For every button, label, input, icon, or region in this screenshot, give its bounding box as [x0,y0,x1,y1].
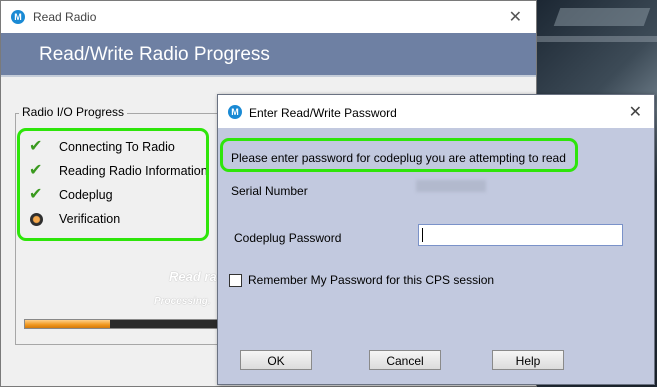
serial-number-label: Serial Number [231,184,308,198]
close-icon[interactable]: ✕ [509,7,522,27]
steps-highlight [17,128,209,241]
processing-text: Processing. [154,296,211,307]
dialog-title: Enter Read/Write Password [249,106,397,120]
close-icon[interactable]: ✕ [629,102,642,122]
window-title: Read Radio [33,10,97,24]
motorola-logo-icon: M [228,105,242,119]
dialog-title-bar[interactable]: M Enter Read/Write Password ✕ [218,95,654,128]
background-stripe [553,8,651,26]
header-divider [1,75,536,77]
progress-header-title: Read/Write Radio Progress [39,44,270,65]
help-button[interactable]: Help [492,350,564,370]
title-bar[interactable]: M Read Radio ✕ [1,1,536,33]
background-stripe [537,36,657,42]
serial-number-value [416,180,486,192]
ok-button[interactable]: OK [240,350,312,370]
cancel-button[interactable]: Cancel [369,350,441,370]
password-input[interactable] [418,224,623,246]
password-label: Codeplug Password [234,231,342,245]
progress-fill [25,320,111,328]
remember-password-option[interactable]: Remember My Password for this CPS sessio… [229,273,494,287]
remember-password-checkbox[interactable] [229,273,242,287]
motorola-logo-icon: M [11,10,25,24]
progress-bar [24,319,224,329]
progress-header: Read/Write Radio Progress [1,33,536,75]
text-cursor [422,228,423,242]
io-progress-legend: Radio I/O Progress [19,105,128,119]
prompt-highlight [220,138,578,172]
remember-password-label: Remember My Password for this CPS sessio… [248,273,495,287]
status-text: Read ra [169,269,217,284]
